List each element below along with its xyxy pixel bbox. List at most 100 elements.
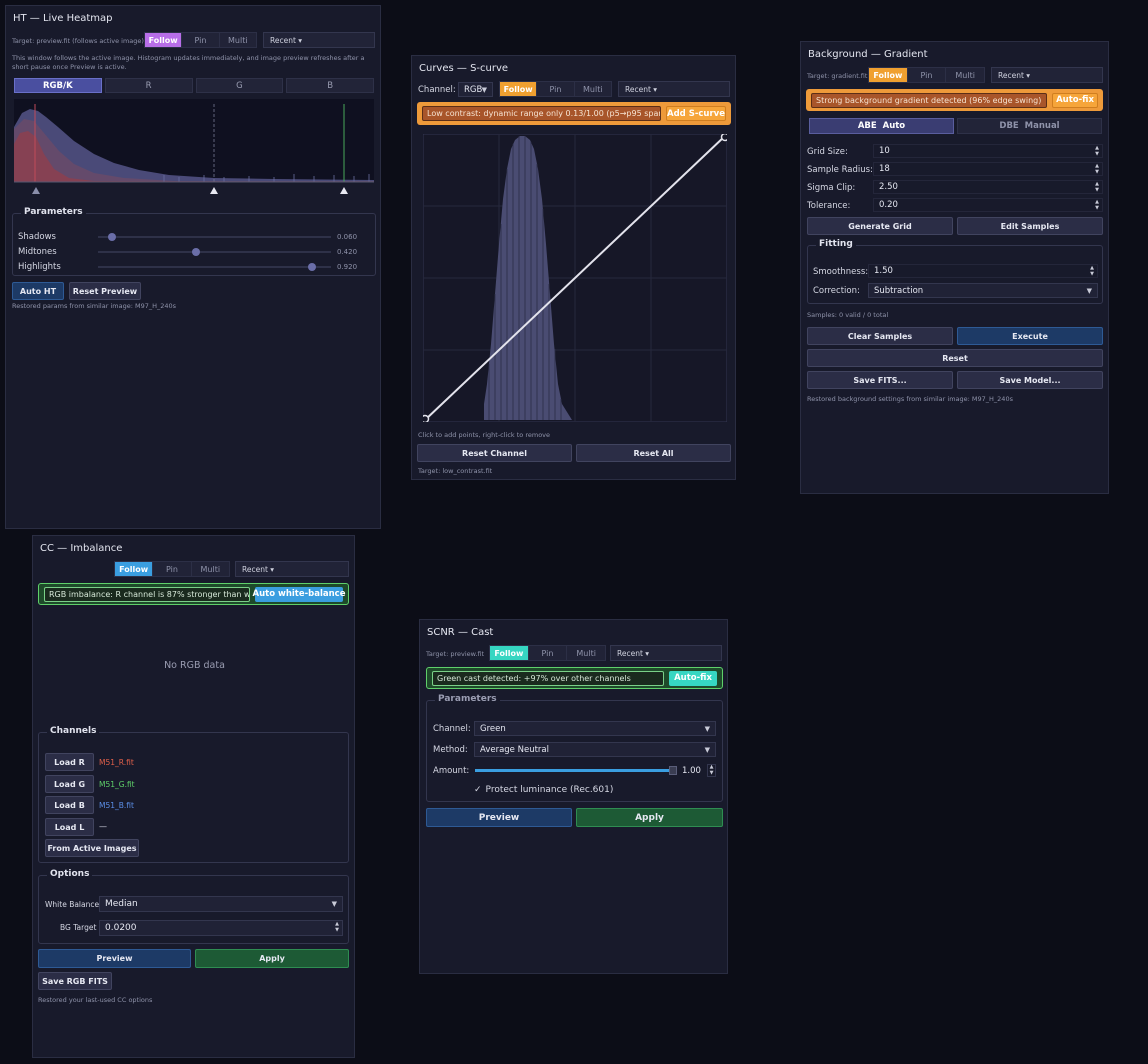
tolerance-label: Tolerance: [807, 201, 851, 211]
auto-fix-button[interactable]: Auto-fix [669, 670, 717, 686]
sample-radius-field[interactable]: 18 ▲ ▼ [873, 162, 1103, 176]
protect-luminance-checkbox[interactable]: ✓ Protect luminance (Rec.601) [474, 785, 613, 795]
multi-button[interactable]: Multi [946, 68, 984, 82]
recent-dropdown[interactable]: Recent ▾ [618, 81, 730, 97]
parameters-label: Parameters [435, 694, 500, 704]
grid-size-field[interactable]: 10 ▲ ▼ [873, 144, 1103, 158]
edit-samples-button[interactable]: Edit Samples [957, 217, 1103, 235]
alert-message: Low contrast: dynamic range only 0.13/1.… [422, 106, 661, 121]
follow-button[interactable]: Follow [115, 562, 154, 576]
multi-button[interactable]: Multi [575, 82, 611, 96]
spin-arrows-icon[interactable]: ▲ ▼ [1093, 164, 1101, 175]
scnr-window: SCNR — Cast Target: preview.fit Follow P… [419, 619, 728, 974]
multi-button[interactable]: Multi [220, 33, 256, 47]
tab-r[interactable]: R [104, 78, 193, 93]
shadows-slider-handle[interactable] [107, 233, 116, 241]
preview-button[interactable]: Preview [426, 808, 572, 827]
follow-button[interactable]: Follow [145, 33, 183, 47]
smoothness-field[interactable]: 1.50 ▲ ▼ [868, 264, 1098, 278]
bg-mode-selector: Follow Pin Multi [868, 67, 985, 83]
tab-g[interactable]: G [195, 78, 284, 93]
spin-arrows-icon[interactable]: ▲ ▼ [1093, 200, 1101, 211]
preview-button[interactable]: Preview [38, 949, 191, 968]
channel-select[interactable]: RGB ▼ [458, 82, 493, 97]
highlights-slider-handle[interactable] [308, 263, 317, 271]
bg-alert: Strong background gradient detected (96%… [806, 89, 1103, 111]
from-active-images-button[interactable]: From Active Images [45, 839, 139, 857]
midtones-slider[interactable] [98, 248, 331, 256]
follow-button[interactable]: Follow [500, 82, 538, 96]
midtones-slider-handle[interactable] [191, 248, 200, 256]
chevron-down-icon: ▼ [704, 746, 710, 754]
generate-grid-button[interactable]: Generate Grid [807, 217, 953, 235]
pin-button[interactable]: Pin [908, 68, 947, 82]
white-balance-select[interactable]: Median ▼ [99, 896, 343, 912]
auto-ht-button[interactable]: Auto HT [12, 282, 64, 300]
spin-arrows-icon[interactable]: ▲ ▼ [333, 922, 341, 933]
tab-abe-auto[interactable]: ABE Auto [809, 118, 954, 134]
save-model-button[interactable]: Save Model... [957, 371, 1103, 389]
load-b-button[interactable]: Load B [45, 796, 94, 814]
recent-dropdown[interactable]: Recent ▾ [263, 32, 375, 48]
recent-dropdown[interactable]: Recent ▾ [235, 561, 349, 577]
save-rgb-fits-button[interactable]: Save RGB FITS [38, 972, 112, 990]
follow-button[interactable]: Follow [490, 646, 529, 660]
load-r-button[interactable]: Load R [45, 753, 94, 771]
ht-histogram[interactable] [14, 99, 374, 199]
pin-button[interactable]: Pin [182, 33, 220, 47]
tab-dbe-manual[interactable]: DBE Manual [957, 118, 1102, 134]
execute-button[interactable]: Execute [957, 327, 1103, 345]
method-select[interactable]: Average Neutral ▼ [474, 742, 716, 757]
curves-graph[interactable] [423, 134, 727, 422]
reset-button[interactable]: Reset [807, 349, 1103, 367]
reset-channel-button[interactable]: Reset Channel [417, 444, 572, 462]
reset-preview-button[interactable]: Reset Preview [69, 282, 141, 300]
pin-button[interactable]: Pin [537, 82, 575, 96]
spin-arrows-icon[interactable]: ▲ ▼ [1088, 266, 1096, 277]
amount-value: 1.00 [682, 766, 701, 776]
amount-slider-handle[interactable] [669, 766, 677, 775]
multi-button[interactable]: Multi [192, 562, 229, 576]
method-label: Method: [433, 745, 468, 755]
tab-rgbk[interactable]: RGB/K [14, 78, 102, 93]
curve-point-end [720, 134, 727, 142]
bg-target-label: Target: gradient.fit [807, 72, 868, 80]
auto-fix-button[interactable]: Auto-fix [1052, 92, 1098, 108]
sample-radius-label: Sample Radius: [807, 165, 873, 175]
shadows-slider[interactable] [98, 233, 331, 241]
tolerance-value: 0.20 [879, 200, 898, 210]
save-fits-button[interactable]: Save FITS... [807, 371, 953, 389]
load-g-button[interactable]: Load G [45, 775, 94, 793]
bg-target-field[interactable]: 0.0200 ▲ ▼ [99, 920, 343, 936]
reset-all-button[interactable]: Reset All [576, 444, 731, 462]
tab-b[interactable]: B [286, 78, 374, 93]
sigma-clip-field[interactable]: 2.50 ▲ ▼ [873, 180, 1103, 194]
highlights-slider[interactable] [98, 263, 331, 271]
multi-button[interactable]: Multi [567, 646, 605, 660]
bg-target-label: BG Target [60, 923, 97, 932]
pin-button[interactable]: Pin [153, 562, 192, 576]
pin-button[interactable]: Pin [529, 646, 568, 660]
follow-button[interactable]: Follow [869, 68, 908, 82]
white-balance-label: White Balance [45, 900, 100, 909]
apply-button[interactable]: Apply [195, 949, 349, 968]
ht-title: HT — Live Heatmap [13, 13, 113, 24]
recent-dropdown[interactable]: Recent ▾ [610, 645, 722, 661]
recent-dropdown[interactable]: Recent ▾ [991, 67, 1103, 83]
spin-arrows-icon[interactable]: ▲ ▼ [707, 764, 716, 777]
tolerance-field[interactable]: 0.20 ▲ ▼ [873, 198, 1103, 212]
spin-arrows-icon[interactable]: ▲ ▼ [1093, 146, 1101, 157]
add-s-curve-button[interactable]: Add S-curve [666, 106, 726, 121]
clear-samples-button[interactable]: Clear Samples [807, 327, 953, 345]
correction-select[interactable]: Subtraction ▼ [868, 283, 1098, 298]
cc-empty-message: No RGB data [164, 660, 225, 671]
smoothness-value: 1.50 [874, 266, 893, 276]
spin-arrows-icon[interactable]: ▲ ▼ [1093, 182, 1101, 193]
curves-alert: Low contrast: dynamic range only 0.13/1.… [417, 102, 731, 125]
apply-button[interactable]: Apply [576, 808, 723, 827]
bg-title: Background — Gradient [808, 49, 928, 60]
auto-white-balance-button[interactable]: Auto white-balance [253, 586, 346, 602]
amount-slider[interactable] [475, 766, 677, 775]
load-l-button[interactable]: Load L [45, 818, 94, 836]
channel-select[interactable]: Green ▼ [474, 721, 716, 736]
